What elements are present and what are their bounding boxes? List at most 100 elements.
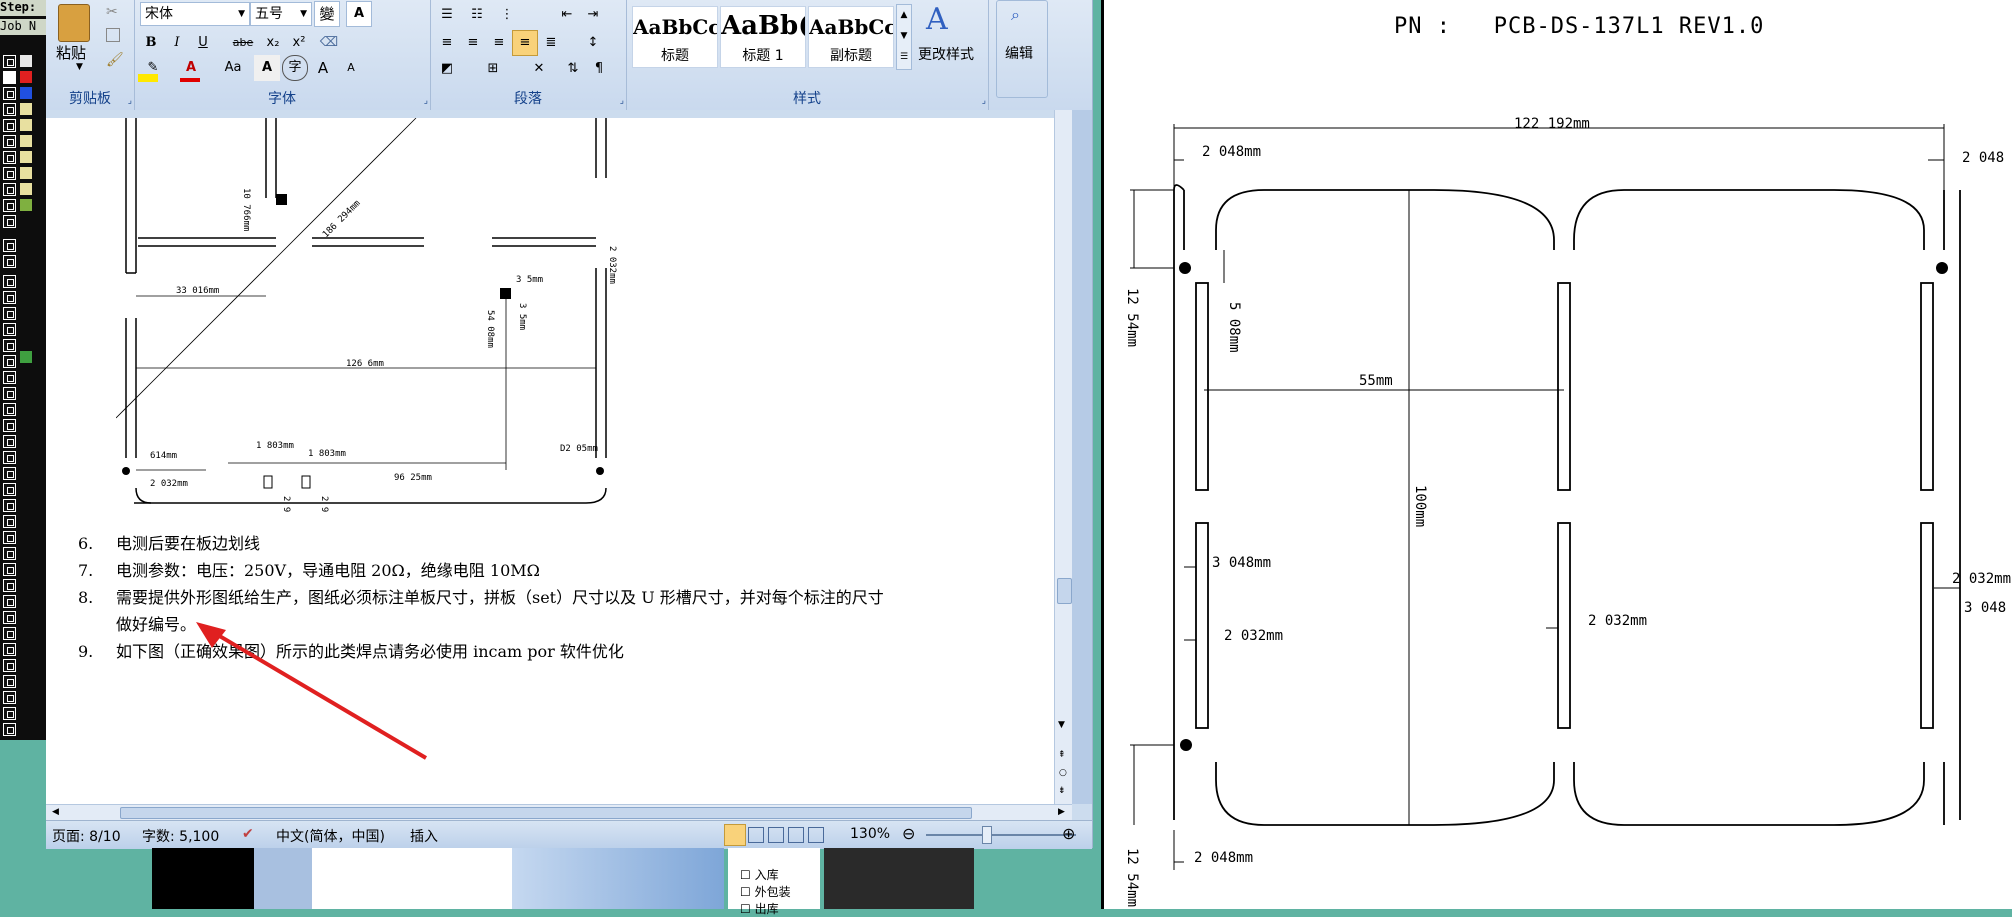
layer-checkbox[interactable] bbox=[3, 371, 16, 384]
layer-checkbox[interactable] bbox=[3, 515, 16, 528]
layer-checkbox[interactable] bbox=[3, 135, 16, 148]
layer-checkbox[interactable] bbox=[3, 707, 16, 720]
draft-icon[interactable] bbox=[808, 827, 824, 843]
layer-checkbox[interactable] bbox=[3, 71, 16, 84]
layer-checkbox[interactable] bbox=[3, 451, 16, 464]
web-layout-icon[interactable] bbox=[768, 827, 784, 843]
browse-object-icon[interactable]: ○ bbox=[1059, 768, 1067, 778]
decrease-indent-icon[interactable]: ⇤ bbox=[554, 2, 580, 28]
change-case-button[interactable]: Aa bbox=[220, 55, 246, 81]
horizontal-scrollbar[interactable]: ◀ ▶ bbox=[46, 804, 1072, 821]
edit-button[interactable]: 编辑 bbox=[1005, 43, 1033, 63]
layer-checkbox[interactable] bbox=[3, 611, 16, 624]
layer-checkbox[interactable] bbox=[3, 199, 16, 212]
superscript-button[interactable]: x² bbox=[286, 30, 312, 56]
paste-icon[interactable] bbox=[58, 4, 90, 42]
layer-checkbox[interactable] bbox=[3, 403, 16, 416]
subscript-button[interactable]: x₂ bbox=[260, 30, 286, 56]
layer-checkbox[interactable] bbox=[3, 167, 16, 180]
grow-font-button[interactable]: A bbox=[310, 55, 336, 81]
char-border-button[interactable]: A bbox=[346, 1, 372, 27]
language-indicator[interactable]: 中文(简体，中国) bbox=[276, 826, 385, 846]
highlight-pen-icon[interactable]: ✎ bbox=[140, 55, 166, 81]
layer-checkbox[interactable] bbox=[3, 483, 16, 496]
multilevel-list-icon[interactable]: ⋮ bbox=[494, 2, 520, 28]
layer-checkbox[interactable] bbox=[3, 659, 16, 672]
change-styles-icon[interactable]: A bbox=[926, 2, 948, 37]
layer-checkbox[interactable] bbox=[3, 275, 16, 288]
layer-checkbox[interactable] bbox=[3, 435, 16, 448]
line-spacing-icon[interactable]: ↕ bbox=[580, 30, 606, 56]
layer-checkbox[interactable] bbox=[3, 151, 16, 164]
distributed-icon[interactable]: ≣ bbox=[538, 30, 564, 56]
layer-checkbox[interactable] bbox=[3, 563, 16, 576]
phonetic-guide-button[interactable]: 變 bbox=[314, 1, 340, 27]
zoom-slider[interactable] bbox=[926, 834, 1076, 836]
layer-checkbox[interactable] bbox=[3, 307, 16, 320]
style-heading-1[interactable]: AaBb(标题 1 bbox=[720, 6, 806, 68]
shrink-font-button[interactable]: A bbox=[338, 55, 364, 81]
shading-icon[interactable]: ◩ bbox=[434, 56, 460, 82]
layer-checkbox[interactable] bbox=[3, 87, 16, 100]
layer-checkbox[interactable] bbox=[3, 103, 16, 116]
align-center-icon[interactable]: ≡ bbox=[460, 30, 486, 56]
layer-checkbox[interactable] bbox=[3, 255, 16, 268]
layer-checkbox[interactable] bbox=[3, 595, 16, 608]
scroll-right-icon[interactable]: ▶ bbox=[1058, 807, 1065, 817]
zoom-level[interactable]: 130% bbox=[850, 826, 890, 842]
clear-formatting-icon[interactable]: ⌫ bbox=[316, 30, 342, 56]
find-icon[interactable]: ⌕ bbox=[1011, 5, 1020, 25]
styles-scroll[interactable]: ▲ ▼ ☰ bbox=[896, 4, 912, 70]
cut-icon[interactable]: ✂ bbox=[106, 4, 118, 20]
bold-button[interactable]: B bbox=[138, 30, 164, 56]
layer-checkbox[interactable] bbox=[3, 723, 16, 736]
change-styles-button[interactable]: 更改样式 bbox=[918, 44, 974, 64]
next-page-icon[interactable]: ⇟ bbox=[1058, 786, 1066, 796]
zoom-thumb[interactable] bbox=[982, 826, 992, 844]
font-size-select[interactable]: 五号 ▼ bbox=[250, 2, 312, 26]
print-layout-icon[interactable] bbox=[724, 824, 746, 846]
paragraph-launcher-icon[interactable]: ⌟ bbox=[620, 96, 624, 106]
increase-indent-icon[interactable]: ⇥ bbox=[580, 2, 606, 28]
layer-checkbox[interactable] bbox=[3, 119, 16, 132]
font-name-select[interactable]: 宋体 ▼ bbox=[140, 2, 250, 26]
layer-checkbox[interactable] bbox=[3, 531, 16, 544]
layer-checkbox[interactable] bbox=[3, 579, 16, 592]
outline-icon[interactable] bbox=[788, 827, 804, 843]
layer-checkbox[interactable] bbox=[3, 547, 16, 560]
document-page[interactable]: 33 016mm 10 766mm 186 294mm 3 5mm 2 032m… bbox=[46, 118, 1054, 804]
borders-icon[interactable]: ⊞ bbox=[480, 56, 506, 82]
zoom-in-icon[interactable]: ⊕ bbox=[1062, 824, 1075, 843]
copy-icon[interactable] bbox=[106, 28, 120, 42]
layer-checkbox[interactable] bbox=[3, 675, 16, 688]
page-indicator[interactable]: 页面: 8/10 bbox=[52, 826, 121, 846]
layer-checkbox[interactable] bbox=[3, 355, 16, 368]
align-left-icon[interactable]: ≡ bbox=[434, 30, 460, 56]
italic-button[interactable]: I bbox=[164, 30, 190, 56]
layer-checkbox[interactable] bbox=[3, 339, 16, 352]
vertical-scrollbar[interactable]: ▼ ⇞ ○ ⇟ bbox=[1054, 110, 1073, 804]
style-title[interactable]: AaBbCc 标题 bbox=[632, 6, 718, 68]
strikethrough-button[interactable]: abe bbox=[230, 30, 256, 56]
layer-checkbox[interactable] bbox=[3, 239, 16, 252]
sort-icon[interactable]: ⇅ bbox=[560, 56, 586, 82]
bullets-icon[interactable]: ☰ bbox=[434, 2, 460, 28]
numbering-icon[interactable]: ☷ bbox=[464, 2, 490, 28]
scroll-down-icon[interactable]: ▼ bbox=[1058, 720, 1065, 730]
paste-button[interactable]: 粘贴 bbox=[56, 42, 86, 63]
tree-item[interactable]: ☐ 入库 bbox=[740, 866, 779, 883]
proofing-icon[interactable]: ✔ bbox=[242, 826, 254, 842]
pcb-drawing-view[interactable]: PN : PCB-DS-137L1 REV1.0 122 192mm 2 048… bbox=[1101, 0, 2012, 909]
zoom-out-icon[interactable]: ⊖ bbox=[902, 824, 915, 843]
layer-checkbox[interactable] bbox=[3, 643, 16, 656]
word-count[interactable]: 字数: 5,100 bbox=[142, 826, 219, 846]
layer-checkbox[interactable] bbox=[3, 499, 16, 512]
paste-dropdown-icon[interactable]: ▼ bbox=[76, 62, 83, 72]
layer-checkbox[interactable] bbox=[3, 627, 16, 640]
layer-checkbox[interactable] bbox=[3, 691, 16, 704]
layer-checkbox[interactable] bbox=[3, 183, 16, 196]
styles-launcher-icon[interactable]: ⌟ bbox=[982, 96, 986, 106]
full-screen-icon[interactable] bbox=[748, 827, 764, 843]
layer-checkbox[interactable] bbox=[3, 215, 16, 228]
layer-checkbox[interactable] bbox=[3, 323, 16, 336]
